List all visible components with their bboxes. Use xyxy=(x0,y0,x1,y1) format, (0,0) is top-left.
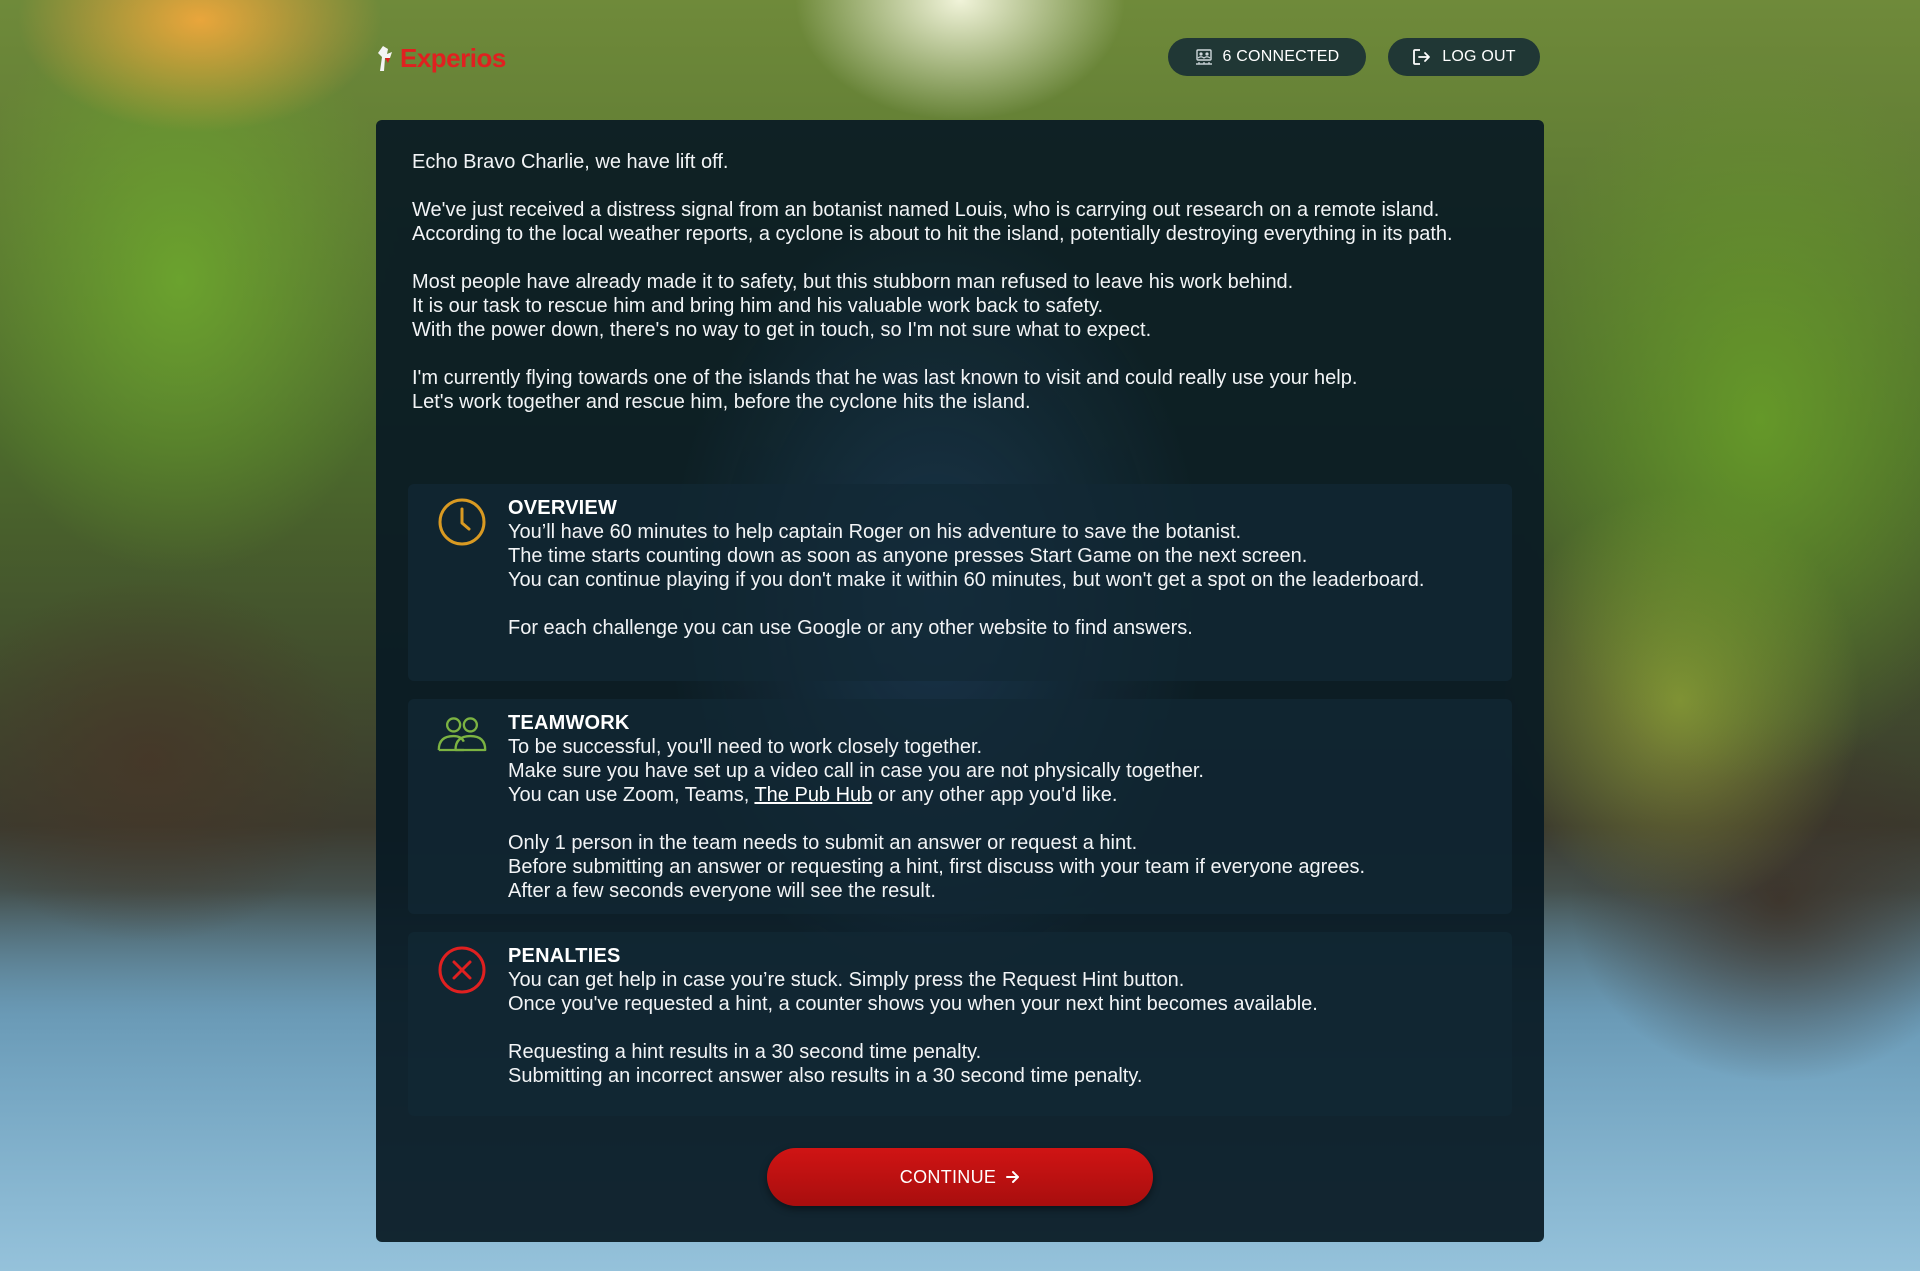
teamwork-line: To be successful, you'll need to work cl… xyxy=(508,736,983,758)
close-circle-icon xyxy=(438,946,486,994)
intro-paragraph-3-line: Let's work together and rescue him, befo… xyxy=(412,391,1031,413)
logo-mark-icon xyxy=(378,46,392,71)
connected-count-label: 6 CONNECTED xyxy=(1222,48,1340,65)
clock-icon xyxy=(438,498,486,546)
overview-line: The time starts counting down as soon as… xyxy=(508,545,1308,567)
logout-label: LOG OUT xyxy=(1442,48,1516,65)
logout-icon xyxy=(1413,49,1431,65)
teamwork-line: Make sure you have set up a video call i… xyxy=(508,760,1204,782)
penalties-line: You can get help in case you’re stuck. S… xyxy=(508,969,1185,991)
continue-button[interactable]: CONTINUE xyxy=(767,1148,1153,1206)
teamwork-apps-suffix: or any other app you'd like. xyxy=(872,784,1118,806)
brand-logo: Experios xyxy=(374,40,506,76)
intro-paragraph-2: Most people have already made it to safe… xyxy=(412,270,1508,342)
penalties-card: PENALTIES You can get help in case you’r… xyxy=(408,932,1512,1116)
penalties-line: Submitting an incorrect answer also resu… xyxy=(508,1065,1143,1087)
teamwork-hint-text: Only 1 person in the team needs to submi… xyxy=(508,831,1488,903)
intro-paragraph-2-line: It is our task to rescue him and bring h… xyxy=(412,295,1104,317)
connected-status-badge: 6 CONNECTED xyxy=(1168,38,1366,76)
teamwork-line: After a few seconds everyone will see th… xyxy=(508,880,936,902)
continue-label: CONTINUE xyxy=(899,1166,997,1187)
intro-paragraph-3-line: I'm currently flying towards one of the … xyxy=(412,367,1358,389)
penalties-line: Requesting a hint results in a 30 second… xyxy=(508,1041,982,1063)
teamwork-line: Only 1 person in the team needs to submi… xyxy=(508,832,1138,854)
users-icon xyxy=(1195,49,1212,65)
intro-paragraph-2-line: Most people have already made it to safe… xyxy=(412,271,1294,293)
team-icon xyxy=(437,717,487,752)
overview-note: For each challenge you can use Google or… xyxy=(508,617,1193,639)
overview-text: You’ll have 60 minutes to help captain R… xyxy=(508,520,1488,592)
logout-button[interactable]: LOG OUT xyxy=(1388,38,1540,76)
intro-text: Echo Bravo Charlie, we have lift off. We… xyxy=(412,150,1508,414)
teamwork-title: TEAMWORK xyxy=(508,712,630,734)
pub-hub-link[interactable]: The Pub Hub xyxy=(754,784,872,806)
intro-paragraph-3: I'm currently flying towards one of the … xyxy=(412,366,1508,414)
overview-line: You can continue playing if you don't ma… xyxy=(508,569,1425,591)
overview-card: OVERVIEW You’ll have 60 minutes to help … xyxy=(408,484,1512,681)
penalties-line: Once you've requested a hint, a counter … xyxy=(508,993,1318,1015)
teamwork-apps-line: You can use Zoom, Teams, The Pub Hub or … xyxy=(508,783,1488,807)
penalties-text: You can get help in case you’re stuck. S… xyxy=(508,968,1488,1016)
arrow-right-icon xyxy=(1006,1171,1020,1183)
intro-paragraph-1: We've just received a distress signal fr… xyxy=(412,199,1453,245)
brand-name: Experios xyxy=(400,42,506,73)
overview-line: You’ll have 60 minutes to help captain R… xyxy=(508,521,1242,543)
intro-greeting: Echo Bravo Charlie, we have lift off. xyxy=(412,151,729,173)
penalties-title: PENALTIES xyxy=(508,945,621,967)
teamwork-line: Before submitting an answer or requestin… xyxy=(508,856,1366,878)
teamwork-apps-prefix: You can use Zoom, Teams, xyxy=(508,784,755,806)
teamwork-card: TEAMWORK To be successful, you'll need t… xyxy=(408,699,1512,914)
overview-title: OVERVIEW xyxy=(508,497,618,519)
briefing-panel: Echo Bravo Charlie, we have lift off. We… xyxy=(376,120,1544,1242)
penalties-time-text: Requesting a hint results in a 30 second… xyxy=(508,1040,1488,1088)
teamwork-text: To be successful, you'll need to work cl… xyxy=(508,735,1488,807)
intro-paragraph-2-line: With the power down, there's no way to g… xyxy=(412,319,1152,341)
